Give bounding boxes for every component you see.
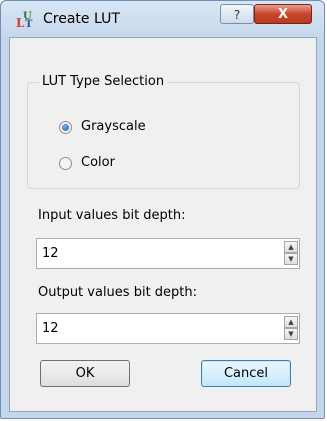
spin-up-icon[interactable]: ▲ (284, 316, 298, 328)
input-bit-depth-value[interactable]: 12 (42, 246, 59, 261)
window-title: Create LUT (43, 11, 120, 27)
radio-color-label[interactable]: Color (81, 155, 115, 170)
output-bit-depth-label: Output values bit depth: (38, 285, 198, 300)
spin-down-icon[interactable]: ▼ (284, 328, 298, 340)
ok-button[interactable]: OK (40, 360, 130, 387)
output-spin-buttons: ▲ ▼ (284, 316, 298, 341)
lut-type-group-title: LUT Type Selection (39, 74, 168, 89)
help-button[interactable]: ? (220, 4, 254, 24)
lut-type-groupbox (27, 82, 300, 189)
radio-grayscale-label[interactable]: Grayscale (81, 119, 146, 134)
cancel-button[interactable]: Cancel (201, 360, 291, 387)
spin-down-icon[interactable]: ▼ (284, 253, 298, 265)
radio-selected-dot (62, 124, 69, 131)
output-bit-depth-value[interactable]: 12 (42, 321, 59, 336)
spin-up-icon[interactable]: ▲ (284, 241, 298, 253)
lut-app-icon: LUT (16, 11, 33, 30)
input-spin-buttons: ▲ ▼ (284, 241, 298, 266)
radio-grayscale-control[interactable] (59, 121, 72, 134)
input-bit-depth-label: Input values bit depth: (38, 208, 186, 223)
close-icon: X (277, 7, 289, 22)
help-icon: ? (233, 8, 241, 22)
output-bit-depth-spinbox[interactable]: 12 ▲ ▼ (36, 313, 300, 344)
input-bit-depth-spinbox[interactable]: 12 ▲ ▼ (36, 238, 300, 269)
radio-color-control[interactable] (59, 157, 72, 170)
title-bar[interactable]: LUT Create LUT ? X (1, 1, 324, 37)
close-button[interactable]: X (254, 4, 312, 24)
